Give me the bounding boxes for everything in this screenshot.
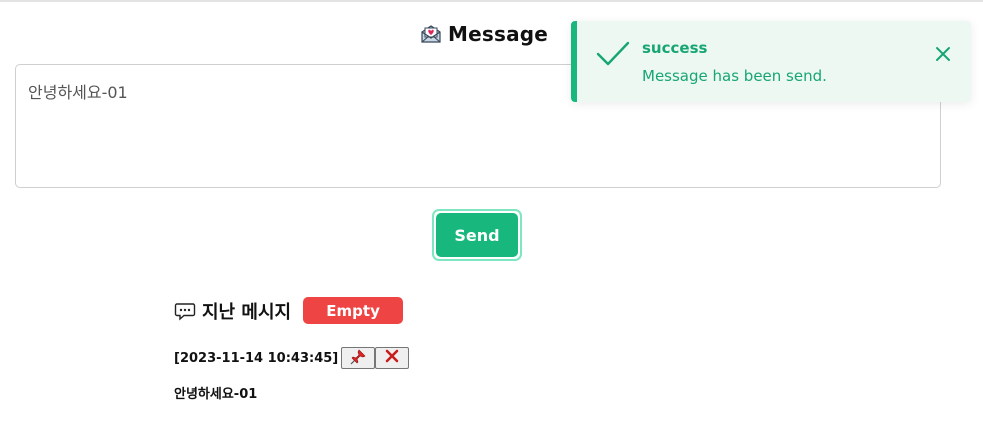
toast-title: success [642, 39, 708, 57]
page-header: Message [420, 22, 548, 46]
top-divider [0, 0, 983, 2]
entry-timestamp: [2023-11-14 10:43:45] [174, 350, 339, 366]
checkmark-icon [595, 39, 631, 69]
history-entry-row: [2023-11-14 10:43:45] [174, 347, 410, 369]
envelope-heart-icon [420, 23, 442, 45]
pushpin-icon [350, 349, 366, 367]
send-button-focus-ring: Send [432, 209, 522, 261]
toast-message: Message has been send. [642, 67, 827, 85]
send-button[interactable]: Send [436, 213, 518, 257]
cross-mark-icon [385, 349, 399, 367]
history-title: 지난 메시지 [202, 301, 292, 323]
delete-button[interactable] [375, 347, 410, 369]
empty-badge[interactable]: Empty [303, 297, 404, 324]
chat-bubble-icon [174, 300, 196, 322]
page-title: Message [448, 22, 549, 46]
history-header: 지난 메시지 Empty [174, 297, 404, 324]
entry-message: 안녕하세요-01 [174, 387, 258, 402]
close-icon[interactable] [932, 43, 954, 65]
success-toast: success Message has been send. [571, 21, 971, 102]
pin-button[interactable] [341, 347, 376, 369]
